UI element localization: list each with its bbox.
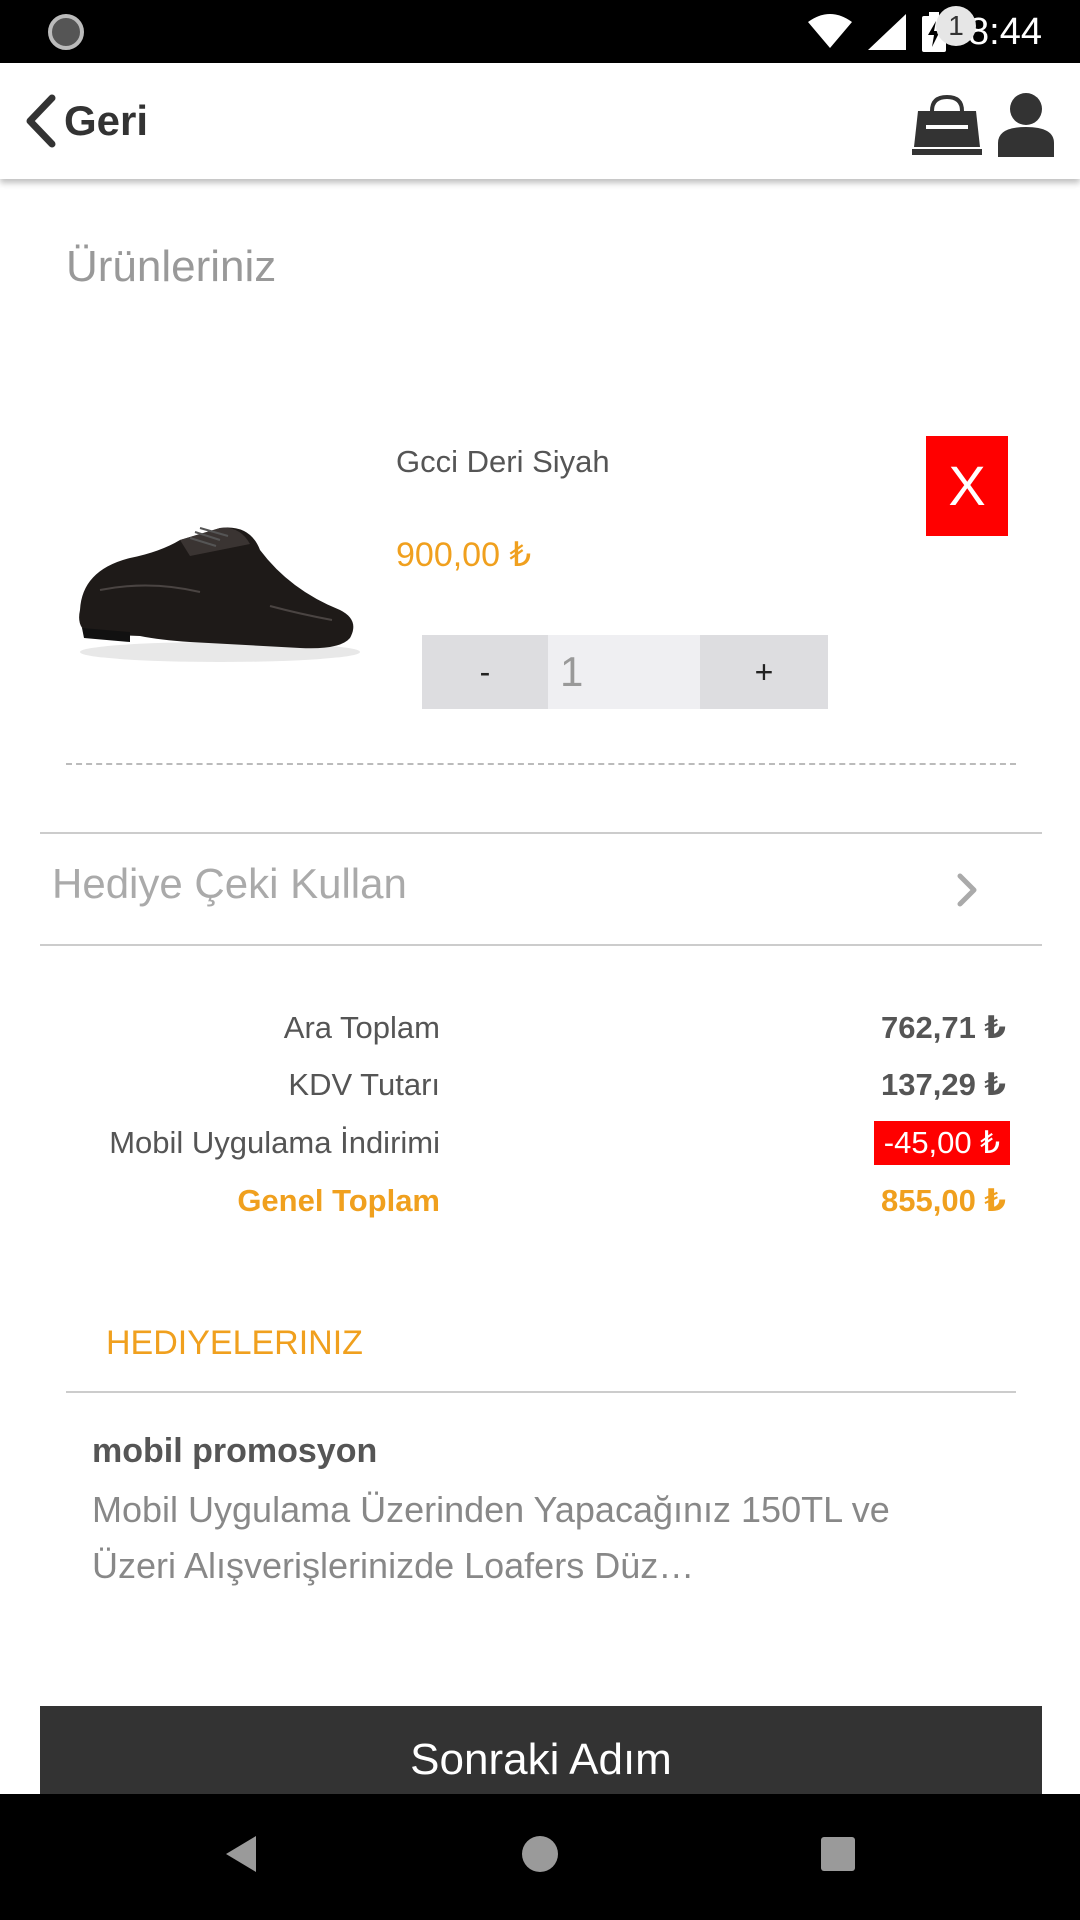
product-price: 900,00 ₺ — [396, 536, 532, 574]
wifi-icon — [808, 14, 853, 48]
chevron-left-icon — [26, 94, 56, 148]
chevron-right-icon — [957, 873, 977, 907]
gift-voucher-row[interactable]: Hediye Çeki Kullan — [40, 832, 1042, 946]
back-label: Geri — [64, 97, 149, 144]
promo-description: Mobil Uygulama Üzerinden Yapacağınız 150… — [92, 1489, 890, 1586]
remove-item-button[interactable]: X — [926, 436, 1008, 536]
decrease-quantity-button[interactable]: - — [422, 635, 548, 709]
subtotal-value: 762,71 ₺ — [881, 1010, 1006, 1045]
app-header: Geri — [0, 63, 1080, 179]
item-divider — [66, 763, 1016, 765]
grand-total-label: Genel Toplam — [237, 1183, 440, 1218]
nav-recents-icon[interactable] — [821, 1837, 855, 1871]
discount-label: Mobil Uygulama İndirimi — [109, 1125, 440, 1160]
gift-voucher-label: Hediye Çeki Kullan — [52, 860, 407, 907]
promo-title: mobil promosyon — [92, 1432, 378, 1470]
subtotal-label: Ara Toplam — [283, 1010, 440, 1045]
product-image — [79, 527, 360, 662]
quantity-stepper: - + — [422, 635, 828, 709]
increase-quantity-button[interactable]: + — [700, 635, 828, 709]
sync-notification-icon — [48, 14, 84, 50]
status-indicators: 8:44 — [808, 8, 1042, 56]
next-step-button[interactable]: Sonraki Adım — [40, 1706, 1042, 1796]
product-name[interactable]: Gcci Deri Siyah — [396, 444, 610, 480]
nav-home-icon[interactable] — [522, 1836, 558, 1872]
gifts-title: HEDIYELERINIZ — [106, 1324, 363, 1362]
gifts-divider — [66, 1391, 1016, 1393]
cart-count-badge: 1 — [936, 6, 976, 46]
shopping-bag-icon[interactable] — [912, 91, 982, 157]
status-time: 8:44 — [968, 10, 1042, 53]
vat-label: KDV Tutarı — [288, 1067, 440, 1102]
user-icon[interactable] — [996, 91, 1056, 157]
nav-back-icon[interactable] — [224, 1834, 258, 1874]
grand-total-value: 855,00 ₺ — [881, 1183, 1006, 1218]
system-navigation-bar — [0, 1794, 1080, 1920]
discount-value: -45,00 ₺ — [873, 1121, 1010, 1165]
cellular-signal-icon — [868, 14, 907, 50]
status-bar: 8:44 — [0, 0, 1080, 63]
back-button[interactable]: Geri — [22, 91, 148, 151]
section-title: Ürünleriniz — [66, 242, 277, 291]
quantity-input[interactable] — [548, 635, 700, 709]
vat-value: 137,29 ₺ — [881, 1067, 1006, 1102]
